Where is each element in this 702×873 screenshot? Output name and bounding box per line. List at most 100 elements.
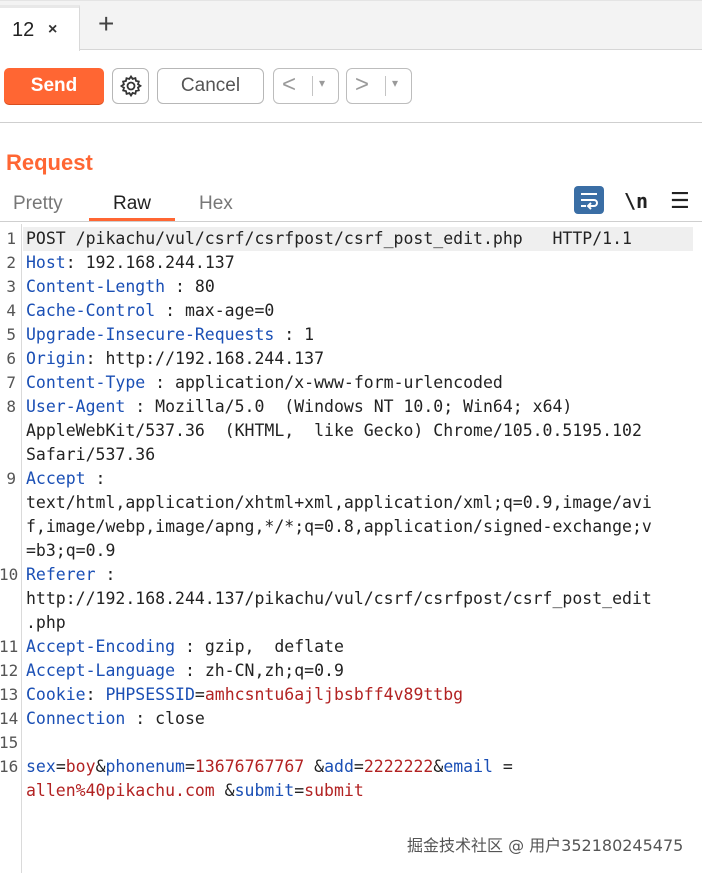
param-key: submit [234, 781, 295, 800]
header-line: Host: 192.168.244.137 [26, 253, 235, 272]
line-number: 12 [0, 661, 19, 680]
word-wrap-button[interactable] [574, 186, 604, 214]
request-line: POST /pikachu/vul/csrf/csrfpost/csrf_pos… [26, 229, 632, 248]
param-value: boy [65, 757, 96, 776]
line-number: 10 [0, 565, 19, 584]
tab-hex[interactable]: Hex [199, 193, 233, 215]
header-value-wrap: f,image/webp,image/apng,*/*;q=0.8,applic… [26, 517, 652, 536]
param-key: sex [26, 757, 56, 776]
request-title: Request [6, 150, 93, 175]
param-amp: & [304, 757, 325, 776]
tab-strip: 12 × + [0, 0, 702, 51]
header-key: Accept [26, 469, 86, 488]
header-line: Referer : [26, 565, 115, 584]
header-line: Accept-Encoding : gzip, deflate [26, 637, 344, 656]
header-line: Cache-Control : max-age=0 [26, 301, 274, 320]
line-number: 3 [6, 277, 16, 296]
header-key: Content-Length [26, 277, 166, 296]
body-line-wrap: allen%40pikachu.com &submit=submit [26, 781, 364, 800]
add-tab-icon[interactable]: + [98, 10, 114, 38]
cookie-name: PHPSESSID [105, 685, 195, 704]
chevron-down-icon[interactable]: ▾ [319, 76, 325, 90]
param-key: add [324, 757, 354, 776]
tab-12[interactable]: 12 × [0, 5, 80, 51]
header-key: Connection [26, 709, 126, 728]
line-number: 8 [6, 397, 16, 416]
line-number: 5 [6, 325, 16, 344]
line-number: 1 [6, 229, 16, 248]
divider [312, 76, 313, 96]
header-key: Accept-Language [26, 661, 176, 680]
param-key: phonenum [105, 757, 185, 776]
view-tabs: Pretty Raw Hex \n ☰ [0, 186, 702, 222]
param-key: email [443, 757, 493, 776]
watermark: 掘金技术社区 @ 用户352180245475 [407, 836, 684, 855]
param-value: allen%40pikachu.com [26, 781, 215, 800]
line-number: 9 [6, 469, 16, 488]
back-arrow-icon: < [282, 71, 297, 98]
menu-icon[interactable]: ☰ [670, 188, 690, 214]
header-line: Connection : close [26, 709, 205, 728]
back-button[interactable]: < ▾ [273, 68, 339, 104]
header-value-wrap: .php [26, 613, 66, 632]
line-number: 11 [0, 637, 19, 656]
request-editor[interactable]: 1 2 3 4 5 6 7 8 9 10 11 12 13 14 15 16 P… [0, 224, 702, 873]
gear-icon [119, 74, 143, 98]
header-value: : gzip, deflate [175, 637, 344, 656]
header-value: : 80 [165, 277, 215, 296]
header-key: Content-Type [26, 373, 146, 392]
header-key: Cache-Control [26, 301, 156, 320]
tab-label: 12 [12, 19, 35, 41]
param-amp: & [214, 781, 235, 800]
header-line: Cookie: PHPSESSID=amhcsntu6ajljbsbff4v89… [26, 685, 463, 704]
cancel-button[interactable]: Cancel [157, 68, 264, 104]
close-icon[interactable]: × [48, 21, 57, 39]
param-amp: & [433, 757, 444, 776]
cookie-eq: = [194, 685, 205, 704]
line-number: 2 [6, 253, 16, 272]
header-key: User-Agent [26, 397, 126, 416]
param-eq: = [184, 757, 195, 776]
header-value-wrap: text/html,application/xhtml+xml,applicat… [26, 493, 652, 512]
forward-button[interactable]: > ▾ [346, 68, 412, 104]
header-value: : [95, 565, 116, 584]
header-key: Referer [26, 565, 96, 584]
line-number: 6 [6, 349, 16, 368]
line-number: 16 [0, 757, 19, 776]
cookie-value: amhcsntu6ajljbsbff4v89ttbg [204, 685, 464, 704]
tab-raw[interactable]: Raw [113, 193, 151, 215]
tab-pretty[interactable]: Pretty [13, 193, 63, 215]
param-amp: & [95, 757, 106, 776]
header-key: Cookie [26, 685, 86, 704]
header-value: : zh-CN,zh;q=0.9 [175, 661, 344, 680]
header-line: Content-Type : application/x-www-form-ur… [26, 373, 503, 392]
body-line: sex=boy&phonenum=13676767767 &add=222222… [26, 757, 513, 776]
header-value-wrap: http://192.168.244.137/pikachu/vul/csrf/… [26, 589, 652, 608]
line-number: 14 [0, 709, 19, 728]
param-value: submit [304, 781, 364, 800]
active-tab-indicator [89, 218, 175, 221]
header-line: User-Agent : Mozilla/5.0 (Windows NT 10.… [26, 397, 572, 416]
line-gutter: 1 2 3 4 5 6 7 8 9 10 11 12 13 14 15 16 [0, 224, 22, 873]
param-eq: = [353, 757, 364, 776]
forward-arrow-icon: > [355, 71, 370, 98]
header-key: Host [26, 253, 66, 272]
param-value: 13676767767 [194, 757, 305, 776]
header-value: : Mozilla/5.0 (Windows NT 10.0; Win64; x… [125, 397, 573, 416]
header-value: : max-age=0 [155, 301, 275, 320]
line-number: 13 [0, 685, 19, 704]
header-key: Accept-Encoding [26, 637, 176, 656]
header-value-wrap: =b3;q=0.9 [26, 541, 116, 560]
header-value-wrap: AppleWebKit/537.36 (KHTML, like Gecko) C… [26, 421, 642, 440]
divider [385, 76, 386, 96]
newline-icon[interactable]: \n [624, 189, 648, 213]
header-line: Accept : [26, 469, 105, 488]
header-value-wrap: Safari/537.36 [26, 445, 156, 464]
line-number: 15 [0, 733, 19, 752]
wrap-icon [581, 193, 598, 210]
settings-button[interactable] [112, 68, 149, 104]
line-number: 7 [6, 373, 16, 392]
header-value: : application/x-www-form-urlencoded [145, 373, 503, 392]
send-button[interactable]: Send [4, 68, 104, 104]
chevron-down-icon[interactable]: ▾ [392, 76, 398, 90]
